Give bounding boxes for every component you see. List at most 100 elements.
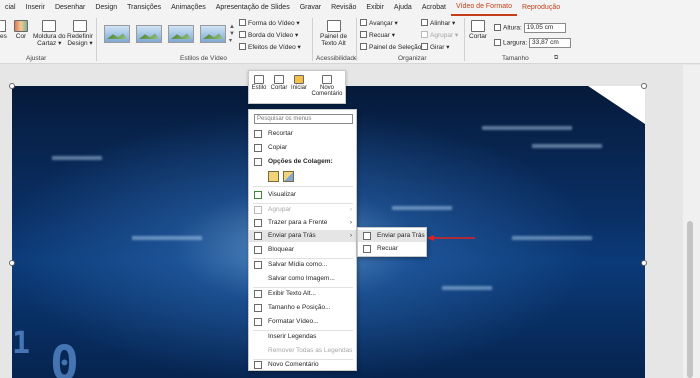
poster-frame-label-2: Cartaz ▾ [37, 40, 62, 47]
poster-frame-button[interactable]: Moldura do Cartaz ▾ [33, 20, 66, 47]
height-input[interactable]: 19,05 cm [523, 23, 566, 33]
send-to-back-icon [363, 232, 371, 240]
paste-keep-format-icon[interactable] [268, 171, 279, 182]
video-effects-button[interactable]: Efeitos de Vídeo ▾ [239, 43, 301, 51]
video-style-thumb-3[interactable] [168, 25, 194, 43]
video-style-thumb-2[interactable] [136, 25, 162, 43]
menu-item-new-comment[interactable]: Novo Comentário [249, 359, 356, 371]
scrollbar-thumb[interactable] [687, 221, 693, 378]
menu-item-label: Novo Comentário [268, 361, 319, 368]
mini-start-button[interactable]: Iniciar [289, 71, 309, 103]
width-input[interactable]: 33,87 cm [529, 38, 572, 48]
corrections-button[interactable]: es [0, 20, 7, 40]
group-objects-button[interactable]: Agrupar ▾ [421, 31, 458, 39]
color-icon [14, 20, 28, 32]
send-backward-label: Recuar ▾ [369, 32, 396, 39]
menu-item-size-position[interactable]: Tamanho e Posição... [249, 302, 356, 314]
tab-desenhar[interactable]: Desenhar [50, 0, 90, 16]
tab-inserir[interactable]: Inserir [21, 0, 50, 16]
tab-ajuda[interactable]: Ajuda [389, 0, 417, 16]
tab-animacoes[interactable]: Animações [166, 0, 211, 16]
tab-exibir[interactable]: Exibir [361, 0, 389, 16]
menu-item-label: Agrupar [268, 206, 292, 213]
tab-revisao[interactable]: Revisão [326, 0, 361, 16]
bring-forward-button[interactable]: Avançar ▾ [360, 19, 398, 27]
vertical-scrollbar[interactable] [683, 65, 700, 378]
tab-apresentacao[interactable]: Apresentação de Slides [211, 0, 295, 16]
menu-item-remove-captions[interactable]: Remover Todas as Legendas [249, 345, 356, 357]
resize-handle[interactable] [9, 83, 15, 89]
video-effects-label: Efeitos de Vídeo ▾ [248, 44, 301, 51]
video-style-thumb-1[interactable] [104, 25, 130, 43]
context-menu: Pesquisar os menus Recortar Copiar Opçõe… [248, 109, 357, 371]
tab-transicoes[interactable]: Transições [122, 0, 166, 16]
menu-item-copy[interactable]: Copiar [249, 142, 356, 154]
color-button[interactable]: Cor [14, 20, 28, 40]
mini-new-comment-button[interactable]: Novo Comentário [309, 71, 345, 103]
poster-frame-label: Moldura do [33, 33, 66, 40]
submenu-item-label: Recuar [377, 245, 398, 252]
alt-text-icon [254, 290, 262, 298]
tab-design[interactable]: Design [90, 0, 122, 16]
menu-item-label: Formatar Vídeo... [268, 318, 319, 325]
bring-forward-label: Avançar ▾ [369, 20, 398, 27]
menu-item-label: Visualizar [268, 191, 297, 198]
crop-icon [471, 20, 486, 32]
send-back-icon [254, 232, 262, 240]
menu-item-preview[interactable]: Visualizar [249, 189, 356, 201]
paste-picture-icon[interactable] [283, 171, 294, 182]
mini-new-comment-label-2: Comentário [311, 91, 343, 97]
align-button[interactable]: Alinhar ▾ [421, 19, 455, 27]
menu-item-lock[interactable]: Bloquear [249, 244, 356, 256]
menu-item-cut[interactable]: Recortar [249, 128, 356, 140]
resize-handle[interactable] [641, 260, 647, 266]
menu-item-label: Remover Todas as Legendas [268, 347, 353, 354]
reset-design-label-2: Design ▾ [67, 40, 93, 47]
video-shape-button[interactable]: Forma do Vídeo ▾ [239, 19, 300, 27]
reset-design-button[interactable]: Redefinir Design ▾ [67, 20, 93, 47]
resize-handle[interactable] [641, 83, 647, 89]
tab-video-formato[interactable]: Vídeo de Formato [450, 0, 517, 16]
video-style-thumb-4[interactable] [200, 25, 226, 43]
send-backward-button[interactable]: Recuar ▾ [360, 31, 395, 39]
mini-crop-button[interactable]: Cortar [269, 71, 289, 103]
mini-style-button[interactable]: Estilo [249, 71, 269, 103]
video-border-button[interactable]: Borda do Vídeo ▾ [239, 31, 298, 39]
menu-item-label: Copiar [268, 144, 288, 151]
menu-item-insert-captions[interactable]: Inserir Legendas [249, 331, 356, 343]
video-light-streak [132, 236, 202, 240]
width-label: Largura: [503, 39, 528, 47]
menu-item-save-media[interactable]: Salvar Mídia como... [249, 259, 356, 271]
alt-text-button[interactable]: Painel de Texto Alt [320, 20, 347, 47]
tab-acrobat[interactable]: Acrobat [417, 0, 451, 16]
start-icon [294, 75, 304, 84]
resize-handle[interactable] [9, 260, 15, 266]
submenu-item-send-backward[interactable]: Recuar [358, 243, 426, 255]
group-divider [312, 18, 313, 61]
group-label-acessibilidade: Acessibilidade [316, 55, 358, 62]
tab-reproducao[interactable]: Reprodução [517, 0, 565, 16]
tab-pagina-inicial[interactable]: cial [0, 0, 21, 16]
height-icon [494, 23, 501, 31]
menu-item-format-video[interactable]: Formatar Vídeo... [249, 316, 356, 328]
menu-item-save-image[interactable]: Salvar como Imagem... [249, 273, 356, 285]
menu-item-group[interactable]: Agrupar › [249, 204, 356, 216]
menu-item-label: Opções de Colagem: [268, 158, 333, 165]
video-light-streak [512, 236, 592, 240]
menu-search-input[interactable]: Pesquisar os menus [254, 114, 353, 124]
gallery-scroll[interactable]: ▲ ▼ ▾ [229, 24, 235, 45]
group-label-estilos: Estilos de Vídeo [180, 55, 227, 62]
submenu-item-send-to-back[interactable]: Enviar para Trás [358, 230, 426, 242]
size-dialog-launcher-icon[interactable]: ⧉ [554, 55, 558, 62]
crop-button[interactable]: Cortar [469, 20, 487, 40]
menu-item-bring-to-front[interactable]: Trazer para a Frente › [249, 217, 356, 229]
video-light-streak [532, 144, 602, 148]
send-backward-icon [363, 245, 371, 253]
video-light-streak [482, 126, 572, 130]
menu-item-alt-text[interactable]: Exibir Texto Alt... [249, 288, 356, 300]
tab-gravar[interactable]: Gravar [295, 0, 326, 16]
selection-pane-button[interactable]: Painel de Seleção [360, 43, 421, 51]
menu-item-send-to-back[interactable]: Enviar para Trás › [249, 230, 356, 242]
rotate-button[interactable]: Girar ▾ [421, 43, 450, 51]
bring-forward-icon [360, 19, 367, 26]
